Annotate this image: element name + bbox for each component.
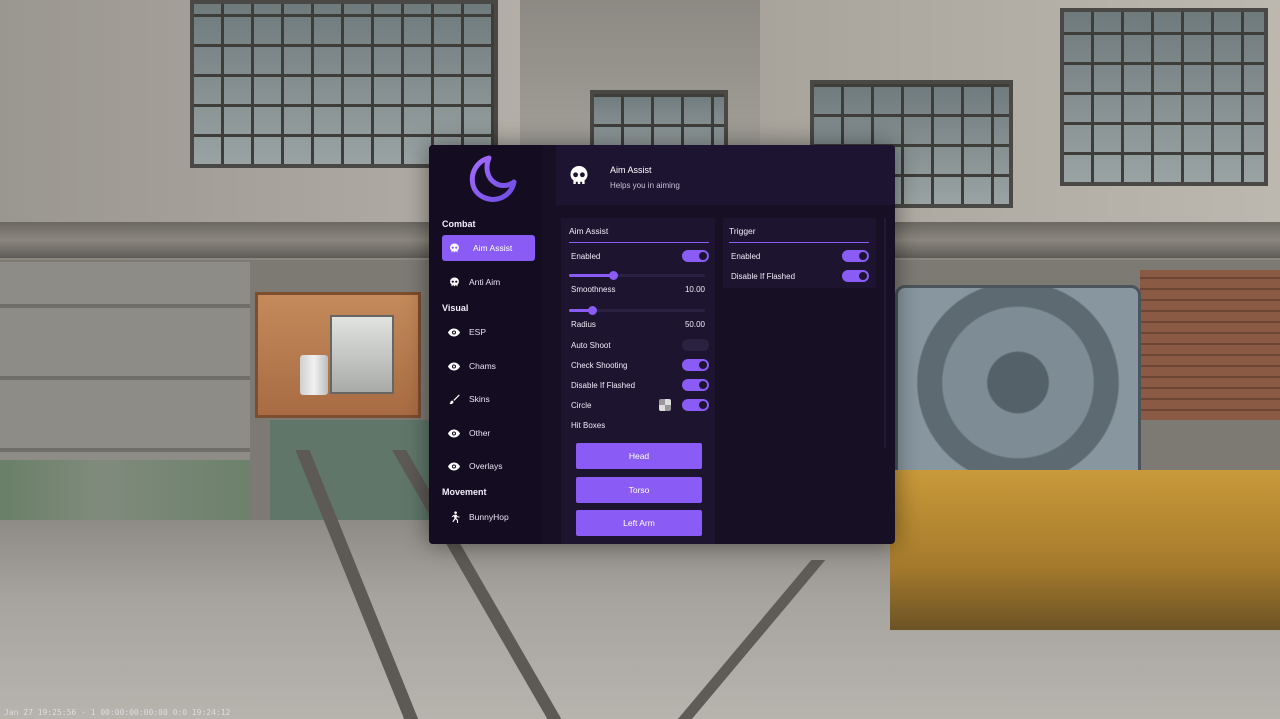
slider-knob[interactable] (587, 306, 597, 315)
page-header: Aim Assist Helps you in aiming (556, 145, 895, 205)
sidebar-item-label: Other (469, 428, 491, 438)
section-combat: Combat (442, 219, 476, 229)
auto-shoot-toggle[interactable] (682, 339, 709, 351)
radius-value: 50.00 (684, 320, 705, 329)
radius-slider[interactable] (569, 306, 705, 315)
rail-cart (890, 470, 1280, 630)
hitbox-left-arm-button[interactable]: Left Arm (576, 510, 702, 536)
moon-logo-icon (469, 155, 517, 202)
radius-label: Radius (571, 320, 596, 329)
sidebar-item-label: Skins (469, 394, 490, 404)
skull-icon (570, 166, 588, 184)
section-visual: Visual (442, 303, 469, 313)
sidebar-item-bunnyhop[interactable]: BunnyHop (442, 504, 535, 530)
enabled-label: Enabled (571, 252, 601, 261)
sidebar: Combat Aim Assist Anti Aim Visual ESP Ch… (429, 145, 542, 544)
cheat-menu-window: Combat Aim Assist Anti Aim Visual ESP Ch… (429, 145, 895, 544)
brush-icon (448, 393, 460, 405)
hitbox-head-button[interactable]: Head (576, 443, 702, 469)
panel-title: Aim Assist (569, 226, 609, 236)
disable-if-flashed-toggle[interactable] (682, 379, 709, 391)
auto-shoot-label: Auto Shoot (571, 341, 611, 350)
circle-label: Circle (571, 401, 592, 410)
trigger-disable-if-flashed-label: Disable If Flashed (731, 272, 796, 281)
circle-color-picker[interactable] (659, 399, 671, 411)
sidebar-item-label: Overlays (469, 461, 503, 471)
eye-icon (448, 460, 460, 472)
trigger-panel: Trigger Enabled Disable If Flashed (723, 218, 876, 288)
scrollbar[interactable] (884, 218, 886, 448)
barrel (300, 355, 328, 395)
sidebar-item-overlays[interactable]: Overlays (442, 453, 535, 479)
sidebar-item-anti-aim[interactable]: Anti Aim (442, 269, 535, 295)
window (1060, 8, 1268, 186)
eye-icon (448, 427, 460, 439)
eye-icon (448, 326, 460, 338)
skull-icon (448, 242, 460, 254)
sidebar-item-label: BunnyHop (469, 512, 509, 522)
brick-wall (1140, 270, 1280, 420)
running-icon (448, 511, 460, 523)
enabled-toggle[interactable] (682, 250, 709, 262)
sidebar-item-aim-assist[interactable]: Aim Assist (442, 235, 535, 261)
industrial-machine (895, 285, 1141, 501)
sidebar-item-label: Chams (469, 361, 496, 371)
status-bar: Jan 27 19:25:56 - 1 00:00:00:00:00 0:0 1… (4, 708, 231, 717)
skull-icon (448, 276, 460, 288)
window (190, 0, 498, 168)
hitbox-torso-button[interactable]: Torso (576, 477, 702, 503)
panel-divider (569, 242, 709, 243)
slider-fill (569, 274, 614, 277)
ibc-tank (330, 315, 394, 394)
sidebar-item-label: ESP (469, 327, 487, 337)
aim-assist-panel: Aim Assist Enabled Smoothness 10.00 Radi… (561, 218, 715, 544)
sidebar-item-skins[interactable]: Skins (442, 386, 535, 412)
page-subtitle: Helps you in aiming (610, 181, 680, 190)
sidebar-item-other[interactable]: Other (442, 420, 535, 446)
check-shooting-toggle[interactable] (682, 359, 709, 371)
panel-divider (729, 242, 869, 243)
trigger-enabled-toggle[interactable] (842, 250, 869, 262)
smoothness-label: Smoothness (571, 285, 616, 294)
sidebar-item-label: Anti Aim (469, 277, 501, 287)
trigger-disable-if-flashed-toggle[interactable] (842, 270, 869, 282)
sidebar-item-chams[interactable]: Chams (442, 353, 535, 379)
garage-door-paint (0, 460, 250, 520)
circle-toggle[interactable] (682, 399, 709, 411)
check-shooting-label: Check Shooting (571, 361, 628, 370)
panel-title: Trigger (729, 226, 756, 236)
sidebar-item-label: Aim Assist (473, 243, 513, 253)
trigger-enabled-label: Enabled (731, 252, 761, 261)
smoothness-value: 10.00 (684, 285, 705, 294)
eye-icon (448, 360, 460, 372)
sidebar-item-esp[interactable]: ESP (442, 319, 535, 345)
slider-knob[interactable] (609, 271, 619, 280)
disable-if-flashed-label: Disable If Flashed (571, 381, 636, 390)
section-movement: Movement (442, 487, 487, 497)
page-title: Aim Assist (610, 165, 652, 175)
smoothness-slider[interactable] (569, 271, 705, 280)
hit-boxes-label: Hit Boxes (571, 421, 606, 430)
